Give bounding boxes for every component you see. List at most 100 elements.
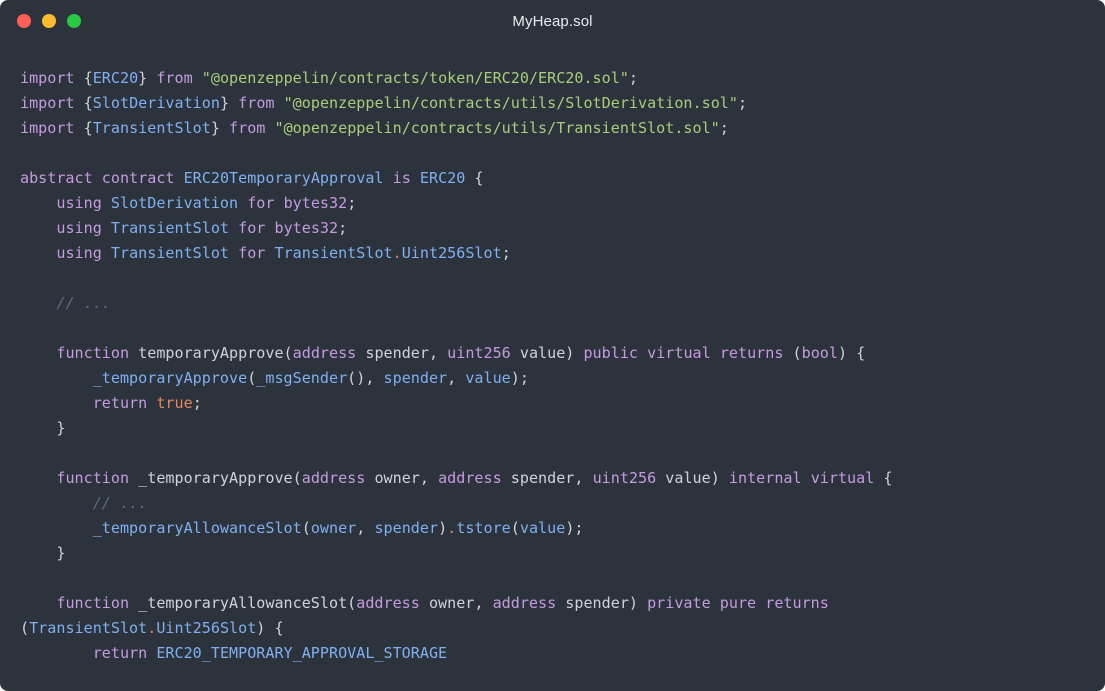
code-token: {: [465, 169, 484, 187]
code-token: spender,: [501, 469, 593, 487]
code-token: Uint256Slot: [156, 619, 257, 637]
code-token: "@openzeppelin/contracts/token/ERC20/ERC…: [201, 69, 629, 87]
code-token: virtual: [810, 469, 875, 487]
code-token: ;: [501, 244, 511, 262]
code-token: import: [20, 119, 75, 137]
code-token: ) {: [837, 344, 866, 362]
code-token: TransientSlot: [274, 244, 393, 262]
code-token: ) {: [256, 619, 284, 637]
code-line: import {ERC20} from "@openzeppelin/contr…: [20, 66, 893, 91]
code-token: ): [438, 519, 448, 537]
code-token: bytes32: [274, 219, 339, 237]
code-token: ,: [356, 519, 375, 537]
code-token: TransientSlot: [29, 619, 148, 637]
code-token: SlotDerivation: [110, 194, 239, 212]
code-token: address: [438, 469, 502, 487]
code-line: }: [20, 416, 893, 441]
code-token: value: [519, 519, 566, 537]
code-token: for: [238, 219, 266, 237]
code-token: ERC20: [92, 69, 139, 87]
code-token: for: [238, 244, 266, 262]
code-token: {: [74, 94, 93, 112]
code-token: owner: [310, 519, 357, 537]
code-token: returns: [719, 344, 784, 362]
code-token: contract: [101, 169, 175, 187]
code-token: );: [510, 369, 529, 387]
code-token: .: [392, 244, 402, 262]
code-token: function: [56, 594, 130, 612]
code-token: Uint256Slot: [401, 244, 502, 262]
code-token: }: [219, 94, 239, 112]
code-token: import: [20, 69, 75, 87]
code-token: return: [92, 644, 148, 662]
code-line: using SlotDerivation for bytes32;: [20, 191, 893, 216]
code-token: temporaryApprove(: [129, 344, 293, 362]
code-token: {: [74, 69, 93, 87]
code-line: function _temporaryAllowanceSlot(address…: [20, 591, 893, 616]
code-token: TransientSlot: [92, 119, 211, 137]
code-token: _msgSender: [256, 369, 348, 387]
code-token: owner,: [365, 469, 439, 487]
code-token: abstract: [20, 169, 93, 187]
code-token: ;: [628, 69, 638, 87]
code-token: internal: [728, 469, 802, 487]
code-token: true: [156, 394, 193, 412]
code-line: return true;: [20, 391, 893, 416]
code-token: address: [292, 344, 357, 362]
code-token: ERC20_TEMPORARY_APPROVAL_STORAGE: [156, 644, 448, 662]
code-token: _temporaryApprove(: [129, 469, 302, 487]
code-token: from: [238, 94, 275, 112]
code-token: ;: [737, 94, 748, 112]
code-token: .: [147, 619, 157, 637]
code-token: value: [465, 369, 511, 387]
code-token: function: [56, 469, 130, 487]
code-token: _temporaryApprove: [92, 369, 248, 387]
code-line: _temporaryApprove(_msgSender(), spender,…: [20, 366, 893, 391]
code-token: spender: [374, 519, 439, 537]
code-token: (: [510, 519, 520, 537]
code-token: TransientSlot: [110, 219, 230, 237]
code-block[interactable]: import {ERC20} from "@openzeppelin/contr…: [20, 66, 893, 666]
code-token: SlotDerivation: [92, 94, 220, 112]
code-token: private: [647, 594, 711, 612]
code-token: address: [301, 469, 366, 487]
code-token: for: [247, 194, 275, 212]
code-line: abstract contract ERC20TemporaryApproval…: [20, 166, 893, 191]
code-token: _temporaryAllowanceSlot(: [129, 594, 357, 612]
code-token: function: [56, 344, 130, 362]
code-token: // ...: [92, 494, 148, 512]
code-token: using: [56, 244, 102, 262]
code-line: using TransientSlot for bytes32;: [20, 216, 893, 241]
code-line: import {SlotDerivation} from "@openzeppe…: [20, 91, 893, 116]
code-token: bool: [801, 344, 838, 362]
code-token: .: [447, 519, 457, 537]
code-token: // ...: [56, 294, 111, 312]
code-line: function _temporaryApprove(address owner…: [20, 466, 892, 491]
code-line: // ...: [20, 291, 893, 316]
code-token: "@openzeppelin/contracts/utils/SlotDeriv…: [283, 94, 738, 112]
code-token: (: [20, 619, 30, 637]
code-token: address: [356, 594, 420, 612]
code-window: MyHeap.sol import {ERC20} from "@openzep…: [0, 0, 1105, 691]
